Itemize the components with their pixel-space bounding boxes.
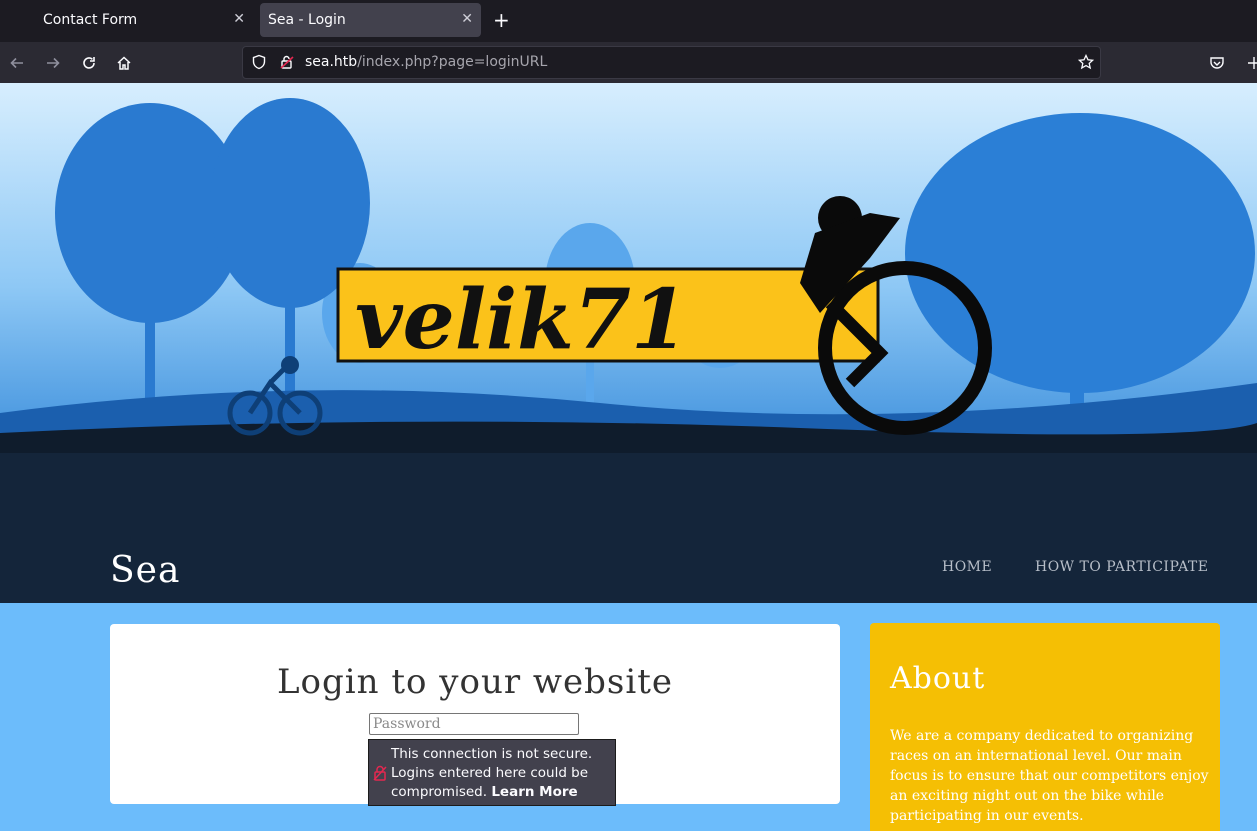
pocket-icon <box>1210 56 1224 69</box>
logo-text: velik71 <box>355 272 688 368</box>
navigation-toolbar: sea.htb/index.php?page=loginURL <box>0 42 1257 84</box>
close-tab-icon[interactable]: ✕ <box>461 11 473 27</box>
insecure-login-warning: This connection is not secure. Logins en… <box>368 739 616 806</box>
reload-icon <box>83 56 95 69</box>
pocket-button[interactable] <box>1201 42 1233 83</box>
banner-illustration: velik71 <box>0 83 1257 603</box>
home-button[interactable] <box>108 42 140 83</box>
insecure-lock-icon <box>373 765 387 781</box>
about-title: About <box>890 661 986 696</box>
tab-bar: Contact Form ✕ Sea - Login ✕ + <box>0 0 1257 42</box>
site-header-banner: velik71 <box>0 83 1257 603</box>
about-card: About We are a company dedicated to orga… <box>870 623 1220 831</box>
bookmark-star-icon[interactable] <box>1078 54 1094 70</box>
reload-button[interactable] <box>73 42 105 83</box>
url-path: /index.php?page=loginURL <box>357 54 548 70</box>
close-tab-icon[interactable]: ✕ <box>233 11 245 27</box>
forward-button[interactable] <box>37 42 69 83</box>
learn-more-link[interactable]: Learn More <box>491 784 577 800</box>
tab-sea-login[interactable]: Sea - Login ✕ <box>260 3 481 37</box>
insecure-lock-icon[interactable] <box>279 54 295 70</box>
address-bar[interactable]: sea.htb/index.php?page=loginURL <box>242 46 1101 79</box>
tab-contact-form[interactable]: Contact Form ✕ <box>35 3 253 37</box>
velik71-logo: velik71 <box>336 267 880 368</box>
nav-link-home[interactable]: HOME <box>942 559 992 575</box>
forward-arrow-icon <box>47 57 60 68</box>
back-arrow-icon <box>10 57 23 68</box>
warning-text-block: This connection is not secure. Logins en… <box>391 745 613 802</box>
about-text: We are a company dedicated to organizing… <box>890 728 1209 824</box>
extensions-button[interactable] <box>1238 42 1257 83</box>
extensions-icon <box>1248 56 1257 69</box>
new-tab-icon[interactable]: + <box>493 7 510 33</box>
password-input[interactable] <box>369 713 579 735</box>
site-title[interactable]: Sea <box>110 550 180 591</box>
login-heading: Login to your website <box>276 662 674 702</box>
nav-link-how-to-participate[interactable]: HOW TO PARTICIPATE <box>1035 559 1208 575</box>
tab-title: Contact Form <box>43 12 138 28</box>
back-button[interactable] <box>1 42 33 83</box>
tracking-shield-icon[interactable] <box>251 54 267 70</box>
url-host: sea.htb <box>305 54 358 70</box>
url-text: sea.htb/index.php?page=loginURL <box>305 54 547 70</box>
home-icon <box>117 55 131 70</box>
tab-title: Sea - Login <box>268 12 346 28</box>
